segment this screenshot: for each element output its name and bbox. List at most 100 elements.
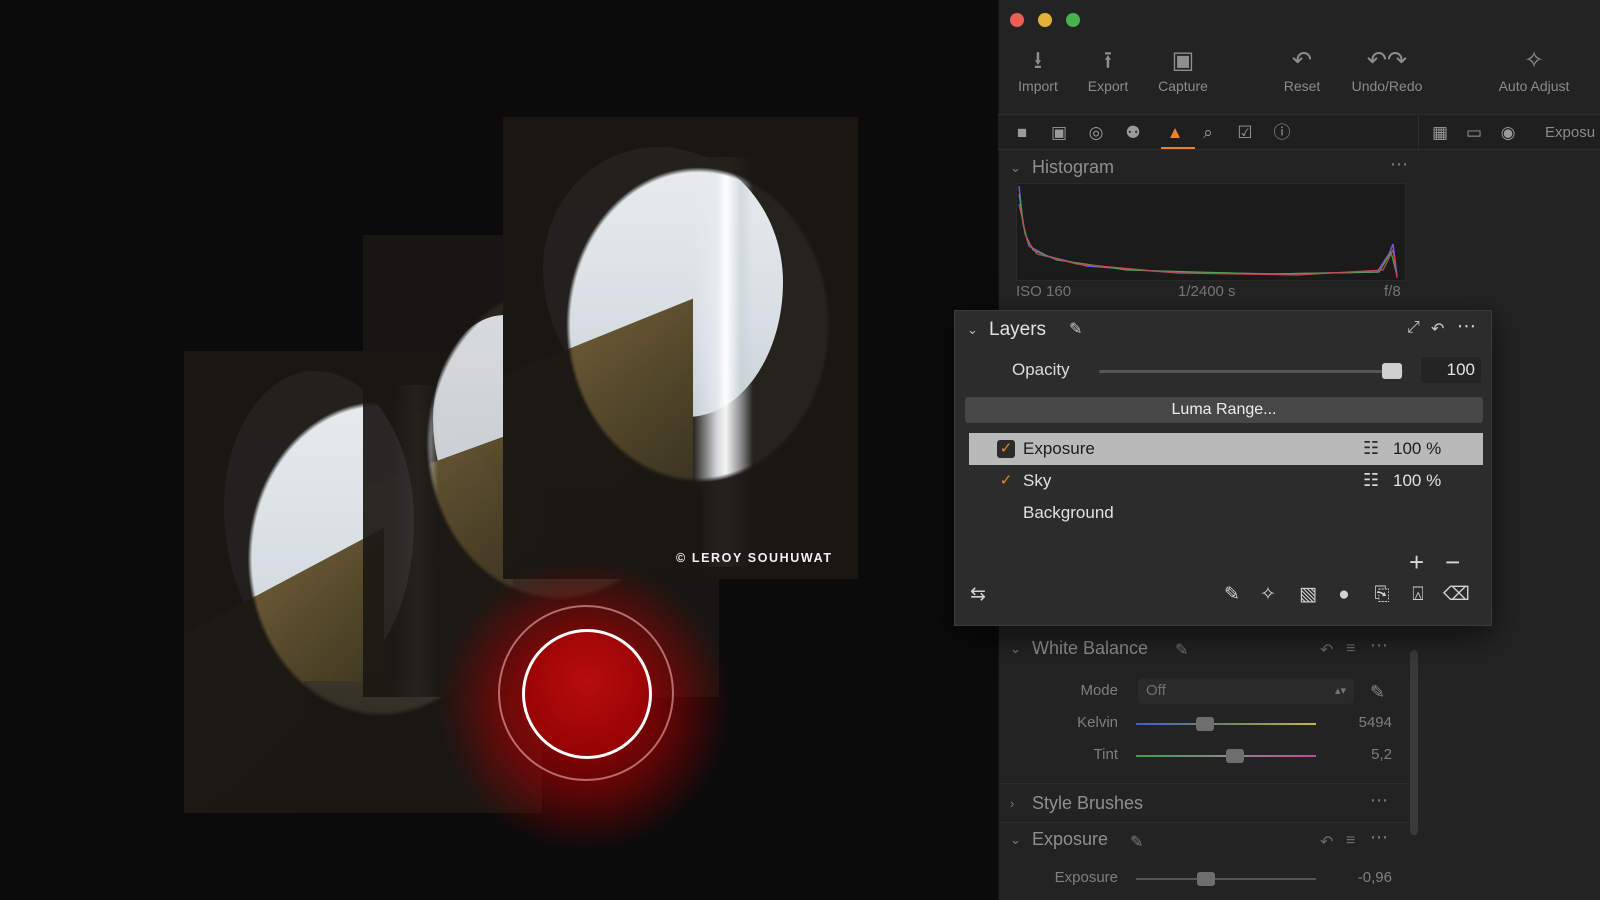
reset-button[interactable]: ↶ Reset [1276, 44, 1328, 94]
wb-mode-label: Mode [1080, 682, 1118, 699]
layers-panel: ⌄ Layers ✎ ⤢ ↶ ⋯ Opacity 100 Luma Range.… [954, 310, 1492, 626]
tint-value[interactable]: 5,2 [1322, 746, 1392, 763]
heal-tool-icon[interactable]: ⎘ [1369, 583, 1395, 607]
layers-chevron-icon[interactable]: ⌄ [967, 322, 978, 338]
white-balance-more-icon[interactable]: ⋯ [1370, 635, 1389, 656]
wb-mode-value: Off [1146, 682, 1166, 699]
exposure-brush-icon[interactable]: ✎ [1130, 832, 1143, 852]
color-icon[interactable]: ⚉ [1121, 122, 1145, 144]
tab-separator [1418, 115, 1419, 151]
opacity-slider-knob[interactable] [1382, 363, 1402, 379]
eraser-tool-icon[interactable]: ⌫ [1443, 583, 1470, 607]
add-layer-plus-icon[interactable]: + [1409, 549, 1424, 575]
histogram-chevron-icon[interactable]: ⌄ [1010, 160, 1021, 176]
remove-layer-minus-icon[interactable]: − [1445, 549, 1460, 575]
layer-name: Sky [1023, 471, 1052, 490]
select-arrows-icon: ▴▾ [1334, 685, 1346, 697]
export-icon: ⭱ [1103, 47, 1113, 74]
details-icon[interactable]: ⌕ [1196, 122, 1220, 144]
folder-icon[interactable]: ■ [1010, 122, 1034, 144]
close-window-button[interactable] [1010, 13, 1024, 27]
exposure-reset-icon[interactable]: ↶ [1320, 832, 1333, 852]
white-balance-presets-icon[interactable]: ≡ [1346, 640, 1355, 658]
linear-gradient-tool-icon[interactable]: ▧ [1295, 583, 1321, 607]
exposure-label: Exposure [1054, 869, 1118, 886]
exposure-more-icon[interactable]: ⋯ [1370, 827, 1389, 848]
white-balance-title: White Balance [1032, 638, 1149, 658]
photo-frame-front [503, 117, 858, 579]
white-balance-reset-icon[interactable]: ↶ [1320, 640, 1333, 660]
undo-redo-icon: ↶↷ [1366, 47, 1408, 74]
exposure-tab-icon[interactable]: ▲ [1163, 122, 1187, 144]
exposure-slider-track[interactable] [1136, 878, 1316, 880]
single-view-icon[interactable]: ▭ [1462, 122, 1486, 144]
kelvin-slider-knob[interactable] [1196, 717, 1214, 731]
layer-row-background[interactable]: Background [969, 497, 1483, 529]
tool-panel-scrollbar[interactable] [1410, 650, 1418, 835]
opacity-label: Opacity [1012, 360, 1070, 379]
camera-tab-icon[interactable]: ▣ [1047, 122, 1071, 144]
layers-expand-icon[interactable]: ⤢ [1407, 319, 1420, 337]
exposure-presets-icon[interactable]: ≡ [1346, 832, 1355, 850]
layers-reset-icon[interactable]: ↶ [1431, 319, 1444, 339]
layers-more-icon[interactable]: ⋯ [1457, 315, 1476, 338]
undo-redo-label: Undo/Redo [1351, 78, 1423, 94]
wb-eyedropper-icon[interactable]: ✎ [1370, 682, 1385, 703]
layer-name: Background [1023, 503, 1114, 522]
auto-adjust-button[interactable]: ✧ Auto Adjust [1488, 44, 1580, 94]
layer-row-exposure[interactable]: ✓ Exposure ☷ 100 % [969, 433, 1483, 465]
undo-redo-button[interactable]: ↶↷ Undo/Redo [1342, 44, 1432, 94]
histogram-aperture: f/8 [1384, 283, 1401, 300]
white-balance-chevron-icon[interactable]: ⌄ [1010, 641, 1021, 657]
grid-view-icon[interactable]: ▦ [1428, 122, 1452, 144]
preview-icon[interactable]: ◉ [1496, 122, 1520, 144]
histogram-graph [1016, 183, 1406, 281]
wb-mode-select[interactable]: Off ▴▾ [1138, 678, 1354, 704]
metadata-icon[interactable]: ☑ [1233, 122, 1257, 144]
info-icon[interactable]: ⓘ [1270, 122, 1294, 144]
brush-tool-icon[interactable]: ✎ [1219, 583, 1245, 607]
style-brushes-title: Style Brushes [1032, 793, 1144, 813]
lens-icon[interactable]: ◎ [1084, 122, 1108, 144]
exposure-value[interactable]: -0,96 [1322, 869, 1392, 886]
record-button[interactable] [522, 629, 652, 759]
opacity-value[interactable]: 100 [1421, 357, 1481, 383]
panel-divider [1000, 822, 1408, 823]
import-button[interactable]: ⭳ Import [1010, 44, 1066, 94]
luma-range-button[interactable]: Luma Range... [965, 397, 1483, 423]
magic-wand-icon: ✧ [1523, 47, 1545, 74]
capture-button[interactable]: ▣ Capture [1150, 44, 1216, 94]
opacity-slider-track[interactable] [1099, 370, 1403, 373]
layer-settings-sliders-icon[interactable]: ⇆ [965, 583, 991, 607]
layer-visibility-checkbox[interactable]: ✓ [997, 472, 1015, 490]
minimize-window-button[interactable] [1038, 13, 1052, 27]
camera-icon: ▣ [1171, 47, 1195, 74]
tint-label: Tint [1093, 746, 1118, 763]
reset-icon: ↶ [1291, 47, 1313, 74]
layer-opacity-sliders-icon[interactable]: ☷ [1363, 438, 1379, 459]
histogram-more-icon[interactable]: ⋯ [1390, 154, 1409, 175]
layers-brush-icon[interactable]: ✎ [1069, 319, 1082, 339]
exposure-chevron-icon[interactable]: ⌄ [1010, 832, 1021, 848]
magic-brush-tool-icon[interactable]: ✧ [1255, 583, 1281, 607]
zoom-window-button[interactable] [1066, 13, 1080, 27]
tint-slider-knob[interactable] [1226, 749, 1244, 763]
histogram-curve [1018, 185, 1398, 279]
histogram-title: Histogram [1032, 157, 1115, 177]
exposure-slider-knob[interactable] [1197, 872, 1215, 886]
layer-row-sky[interactable]: ✓ Sky ☷ 100 % [969, 465, 1483, 497]
active-tab-indicator [1161, 147, 1195, 149]
clone-stamp-tool-icon[interactable]: ⍓ [1405, 583, 1431, 607]
auto-adjust-label: Auto Adjust [1498, 78, 1570, 94]
exposure-tab-label[interactable]: Exposu [1545, 124, 1595, 141]
style-brushes-chevron-icon[interactable]: › [1010, 796, 1014, 811]
kelvin-value[interactable]: 5494 [1322, 714, 1392, 731]
export-button[interactable]: ⭱ Export [1080, 44, 1136, 94]
layer-visibility-checkbox[interactable]: ✓ [997, 440, 1015, 458]
radial-gradient-tool-icon[interactable]: ● [1331, 583, 1357, 607]
style-brushes-more-icon[interactable]: ⋯ [1370, 790, 1389, 811]
reset-label: Reset [1283, 78, 1321, 94]
white-balance-picker-icon[interactable]: ✎ [1175, 640, 1188, 660]
layer-opacity-sliders-icon[interactable]: ☷ [1363, 470, 1379, 491]
kelvin-slider-track[interactable] [1136, 723, 1316, 725]
